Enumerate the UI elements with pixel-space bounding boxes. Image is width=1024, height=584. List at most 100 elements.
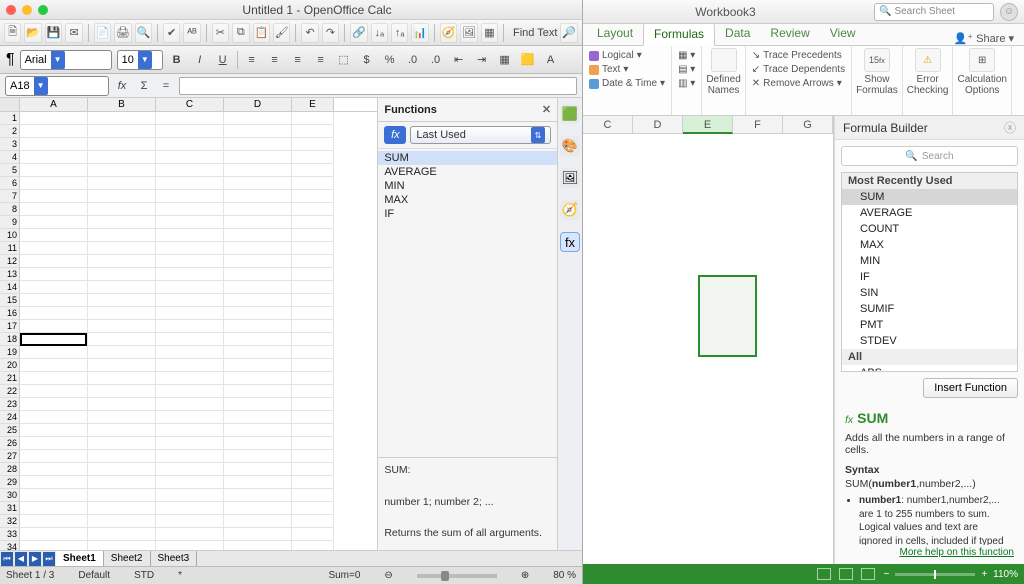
cell[interactable] [156,515,224,528]
cell[interactable] [20,138,88,151]
decimal-remove-icon[interactable]: .0 [427,51,445,69]
cell[interactable] [20,190,88,203]
cell[interactable] [156,281,224,294]
cell[interactable] [20,437,88,450]
page-layout-view-icon[interactable] [839,568,853,580]
cell[interactable] [156,398,224,411]
more-icon[interactable]: ▥ ▾ [678,78,695,89]
row-header[interactable]: 33 [0,528,20,541]
cell[interactable] [292,294,334,307]
row-header[interactable]: 27 [0,450,20,463]
column-header[interactable]: G [783,116,833,134]
row-header[interactable]: 19 [0,346,20,359]
find-icon[interactable]: 🔎 [560,23,577,43]
cell[interactable] [20,411,88,424]
row-header[interactable]: 12 [0,255,20,268]
cell[interactable] [88,281,156,294]
search-sheet-input[interactable]: 🔍 Search Sheet [874,3,994,21]
cell[interactable] [88,515,156,528]
sum-icon[interactable]: Σ [135,77,153,95]
cell[interactable] [88,294,156,307]
row-header[interactable]: 14 [0,281,20,294]
cell[interactable] [224,255,292,268]
cell[interactable] [20,255,88,268]
align-right-icon[interactable]: ≡ [289,51,307,69]
cell[interactable] [156,229,224,242]
row-header[interactable]: 32 [0,515,20,528]
ribbon-tab-layout[interactable]: Layout [587,23,643,45]
cell[interactable] [292,502,334,515]
row-header[interactable]: 25 [0,424,20,437]
cell[interactable] [224,203,292,216]
row-header[interactable]: 30 [0,489,20,502]
cell[interactable] [20,216,88,229]
cell[interactable] [20,164,88,177]
defined-names-button[interactable]: Defined Names [702,46,745,115]
cell[interactable] [88,528,156,541]
cell[interactable] [20,359,88,372]
indent-dec-icon[interactable]: ⇤ [450,51,468,69]
cell[interactable] [20,476,88,489]
lookup-icon[interactable]: ▤ ▾ [678,64,695,75]
bold-button[interactable]: B [168,51,186,69]
navigator-icon[interactable]: 🧭 [440,23,457,43]
cell[interactable] [156,346,224,359]
row-header[interactable]: 6 [0,177,20,190]
fb-function-item[interactable]: STDEV [842,333,1017,349]
row-header[interactable]: 20 [0,359,20,372]
fx-icon[interactable]: fx [384,126,406,144]
print-icon[interactable]: 🖨 [114,23,131,43]
trace-dependents-button[interactable]: ↙ Trace Dependents [752,64,845,75]
cell[interactable] [224,138,292,151]
underline-button[interactable]: U [214,51,232,69]
cell[interactable] [292,255,334,268]
cell[interactable] [224,268,292,281]
cell[interactable] [20,294,88,307]
redo-icon[interactable]: ↷ [322,23,339,43]
tab-first-icon[interactable]: ⏮ [1,552,13,566]
cell[interactable] [20,307,88,320]
cell[interactable] [156,242,224,255]
fb-function-item[interactable]: MIN [842,253,1017,269]
align-justify-icon[interactable]: ≡ [312,51,330,69]
currency-icon[interactable]: $ [358,51,376,69]
cell[interactable] [20,541,88,550]
row-header[interactable]: 17 [0,320,20,333]
cell[interactable] [156,294,224,307]
percent-icon[interactable]: % [381,51,399,69]
cell[interactable] [88,307,156,320]
cell[interactable] [224,229,292,242]
fb-search-input[interactable]: 🔍 Search [841,146,1018,166]
row-header[interactable]: 10 [0,229,20,242]
paste-icon[interactable]: 📋 [253,23,270,43]
bgcolor-icon[interactable]: 🟨 [519,51,537,69]
cell[interactable] [224,307,292,320]
format-paint-icon[interactable]: 🖌 [273,23,290,43]
row-header[interactable]: 4 [0,151,20,164]
cell[interactable] [156,320,224,333]
cell[interactable] [88,424,156,437]
cell[interactable] [224,437,292,450]
cell[interactable] [88,229,156,242]
cell[interactable] [224,281,292,294]
cell[interactable] [88,359,156,372]
cell[interactable] [224,398,292,411]
cell[interactable] [292,424,334,437]
fx-wizard-icon[interactable]: fx [113,77,131,95]
cell[interactable] [88,164,156,177]
datasources-icon[interactable]: ▦ [481,23,498,43]
cell[interactable] [88,333,156,346]
user-avatar-icon[interactable]: ☺ [1000,3,1018,21]
cell[interactable] [156,151,224,164]
cell[interactable] [156,541,224,550]
row-header[interactable]: 2 [0,125,20,138]
decimal-add-icon[interactable]: .0 [404,51,422,69]
cell[interactable] [20,112,88,125]
cell[interactable] [20,125,88,138]
cell[interactable] [156,216,224,229]
cell[interactable] [224,385,292,398]
cell[interactable] [224,320,292,333]
cell[interactable] [292,411,334,424]
cell[interactable] [88,216,156,229]
row-header[interactable]: 34 [0,541,20,550]
